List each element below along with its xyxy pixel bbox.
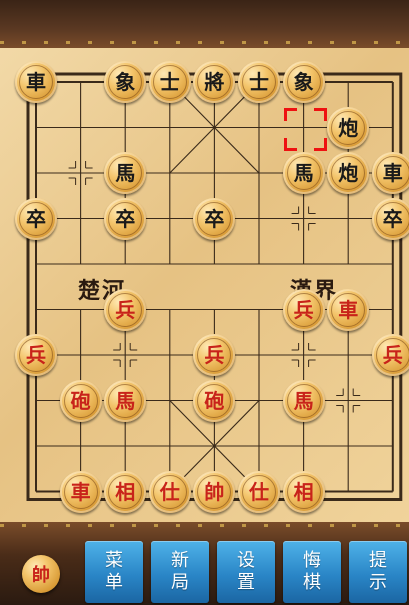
undo-button[interactable]: 悔棋 xyxy=(283,541,341,603)
piece-label: 士 xyxy=(249,70,269,94)
piece-r-soldier-4[interactable]: 兵 xyxy=(193,334,236,376)
turn-indicator-piece: 帥 xyxy=(22,555,60,593)
piece-b-advisor-1[interactable]: 士 xyxy=(148,61,191,103)
piece-label: 象 xyxy=(115,70,136,94)
hint-button-label: 示 xyxy=(369,572,387,593)
piece-label: 馬 xyxy=(115,388,136,413)
undo-button-label: 棋 xyxy=(303,572,321,593)
piece-r-minister-2[interactable]: 相 xyxy=(282,470,325,513)
piece-b-chariot-1[interactable]: 車 xyxy=(15,61,57,103)
piece-label: 將 xyxy=(204,70,225,94)
piece-label: 卒 xyxy=(382,206,403,231)
piece-r-horse-1[interactable]: 馬 xyxy=(104,379,147,422)
piece-b-elephant-2[interactable]: 象 xyxy=(282,61,325,103)
piece-b-soldier-3[interactable]: 卒 xyxy=(193,197,236,240)
settings-button[interactable]: 设置 xyxy=(217,541,275,603)
piece-label: 砲 xyxy=(70,388,91,413)
piece-label: 卒 xyxy=(115,206,136,231)
selection-corner-bl xyxy=(283,137,297,151)
piece-r-soldier-1[interactable]: 兵 xyxy=(104,288,147,331)
piece-b-soldier-1[interactable]: 卒 xyxy=(15,197,57,240)
piece-r-soldier-3[interactable]: 兵 xyxy=(15,334,57,376)
piece-label: 車 xyxy=(382,161,403,185)
piece-label: 卒 xyxy=(26,206,46,231)
menu-button[interactable]: 菜单 xyxy=(85,541,143,603)
piece-label: 兵 xyxy=(115,297,136,322)
selection-corner-tl xyxy=(283,107,297,121)
piece-label: 砲 xyxy=(204,388,225,413)
piece-r-minister-1[interactable]: 相 xyxy=(104,470,147,513)
piece-r-chariot-2[interactable]: 車 xyxy=(59,470,102,513)
piece-label: 帥 xyxy=(204,479,225,504)
piece-r-marshal[interactable]: 帥 xyxy=(193,470,236,513)
new-game-button[interactable]: 新局 xyxy=(151,541,209,603)
menu-button-label: 菜 xyxy=(105,550,123,571)
piece-label: 兵 xyxy=(26,343,46,367)
new-game-button-label: 局 xyxy=(171,572,189,593)
piece-b-cannon-2[interactable]: 炮 xyxy=(327,152,370,194)
piece-r-advisor-2[interactable]: 仕 xyxy=(238,470,280,513)
piece-b-cannon-1[interactable]: 炮 xyxy=(327,106,370,149)
piece-label: 仕 xyxy=(159,479,180,504)
piece-b-advisor-2[interactable]: 士 xyxy=(238,61,280,103)
piece-label: 兵 xyxy=(293,297,314,322)
piece-r-soldier-5[interactable]: 兵 xyxy=(371,334,409,376)
piece-b-soldier-4[interactable]: 卒 xyxy=(371,197,409,240)
piece-label: 兵 xyxy=(382,343,403,367)
piece-b-horse-2[interactable]: 馬 xyxy=(282,152,325,194)
piece-r-soldier-2[interactable]: 兵 xyxy=(282,288,325,331)
turn-indicator-label: 帥 xyxy=(32,565,50,586)
piece-r-horse-2[interactable]: 馬 xyxy=(282,379,325,422)
piece-label: 仕 xyxy=(249,479,269,504)
menu-button-label: 单 xyxy=(105,572,123,593)
selection-corner-br xyxy=(313,137,327,151)
piece-r-chariot-1[interactable]: 車 xyxy=(327,288,370,331)
xiangqi-app: 楚河 漢界 車象士將士象炮馬馬炮車卒卒卒卒兵兵車兵兵兵砲馬砲馬車相仕帥仕相 帥 … xyxy=(0,0,409,605)
settings-button-label: 置 xyxy=(237,572,255,593)
piece-label: 馬 xyxy=(293,388,314,413)
piece-b-general[interactable]: 將 xyxy=(193,61,236,103)
piece-label: 馬 xyxy=(115,161,136,185)
piece-label: 相 xyxy=(293,479,314,504)
piece-r-advisor-1[interactable]: 仕 xyxy=(148,470,191,513)
piece-label: 車 xyxy=(70,479,91,504)
new-game-button-label: 新 xyxy=(171,550,189,571)
settings-button-label: 设 xyxy=(237,550,255,571)
top-frame xyxy=(0,0,409,48)
piece-label: 相 xyxy=(115,479,136,504)
piece-b-elephant-1[interactable]: 象 xyxy=(104,61,147,103)
undo-button-label: 悔 xyxy=(303,550,321,571)
game-board[interactable]: 楚河 漢界 車象士將士象炮馬馬炮車卒卒卒卒兵兵車兵兵兵砲馬砲馬車相仕帥仕相 xyxy=(0,48,409,522)
piece-label: 炮 xyxy=(338,115,359,140)
piece-label: 炮 xyxy=(338,161,359,185)
piece-b-soldier-2[interactable]: 卒 xyxy=(104,197,147,240)
piece-label: 馬 xyxy=(293,161,314,185)
piece-label: 象 xyxy=(293,70,314,94)
piece-r-cannon-1[interactable]: 砲 xyxy=(59,379,102,422)
piece-b-chariot-2[interactable]: 車 xyxy=(371,152,409,194)
piece-label: 車 xyxy=(338,297,359,322)
piece-b-horse-1[interactable]: 馬 xyxy=(104,152,147,194)
hint-button-label: 提 xyxy=(369,550,387,571)
piece-label: 卒 xyxy=(204,206,225,231)
hint-button[interactable]: 提示 xyxy=(349,541,407,603)
piece-label: 兵 xyxy=(204,343,225,367)
selection-corner-tr xyxy=(313,107,327,121)
piece-label: 車 xyxy=(26,70,46,94)
piece-label: 士 xyxy=(159,70,180,94)
piece-r-cannon-2[interactable]: 砲 xyxy=(193,379,236,422)
